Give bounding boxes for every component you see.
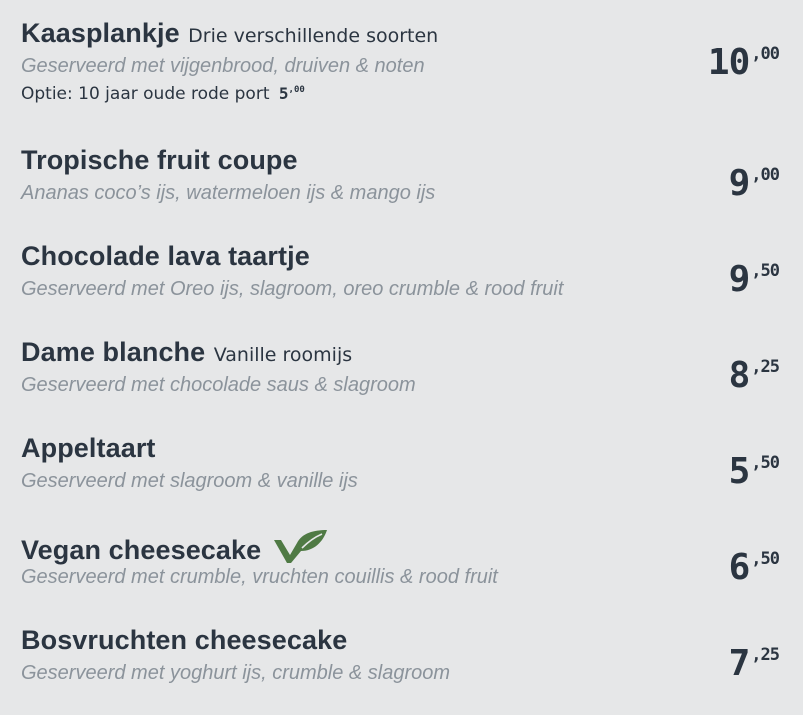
item-description: Ananas coco’s ijs, watermeloen ijs & man…: [21, 182, 436, 204]
menu-item-dame-blanche: Dame blanche Vanille roomijs Geserveerd …: [21, 337, 791, 427]
menu-item-bosvruchten-cheesecake: Bosvruchten cheesecake Geserveerd met yo…: [21, 625, 791, 715]
price-main: 7: [728, 643, 751, 684]
option-price-cents: ,00: [288, 85, 305, 95]
item-name: Vegan cheesecake: [21, 535, 262, 565]
item-price: 6,50: [728, 547, 780, 588]
item-name: Appeltaart: [21, 433, 156, 463]
price-cents: ,25: [751, 357, 780, 377]
price-main: 5: [728, 451, 751, 492]
item-price: 10,00: [707, 42, 780, 83]
price-cents: ,50: [751, 261, 780, 281]
price-cents: ,00: [751, 165, 780, 185]
menu-item-tropische-fruit-coupe: Tropische fruit coupe Ananas coco’s ijs,…: [21, 145, 791, 235]
menu-item-chocolade-lava-taartje: Chocolade lava taartje Geserveerd met Or…: [21, 241, 791, 331]
item-price: 8,25: [728, 355, 780, 396]
item-price: 9,00: [728, 163, 780, 204]
item-price: 7,25: [728, 643, 780, 684]
vegan-leaf-icon: [272, 529, 328, 568]
item-name: Kaasplankje: [21, 18, 180, 48]
price-cents: ,50: [751, 453, 780, 473]
menu-item-kaasplankje: Kaasplankje Drie verschillende soorten G…: [21, 18, 791, 108]
price-main: 9: [728, 163, 751, 204]
option-label: Optie: 10 jaar oude rode port: [21, 84, 270, 104]
item-name: Chocolade lava taartje: [21, 241, 310, 271]
item-description: Geserveerd met Oreo ijs, slagroom, oreo …: [21, 278, 564, 300]
item-name: Dame blanche: [21, 337, 206, 367]
menu-item-appeltaart: Appeltaart Geserveerd met slagroom & van…: [21, 433, 791, 523]
menu-item-vegan-cheesecake: Vegan cheesecake Geserveerd met crumble,…: [21, 529, 791, 619]
item-description: Geserveerd met yoghurt ijs, crumble & sl…: [21, 662, 451, 684]
option-price-main: 5: [278, 84, 289, 103]
item-description: Geserveerd met vijgenbrood, druiven & no…: [21, 55, 425, 77]
price-cents: ,00: [751, 44, 780, 64]
price-main: 9: [728, 259, 751, 300]
item-name: Bosvruchten cheesecake: [21, 625, 348, 655]
price-cents: ,50: [751, 549, 780, 569]
item-subtitle: Drie verschillende soorten: [188, 25, 439, 47]
item-description: Geserveerd met crumble, vruchten couilli…: [21, 566, 498, 588]
price-cents: ,25: [751, 645, 780, 665]
option-price: 5,00: [279, 84, 305, 103]
price-main: 10: [707, 42, 750, 83]
price-main: 8: [728, 355, 751, 396]
price-main: 6: [728, 547, 751, 588]
item-description: Geserveerd met chocolade saus & slagroom: [21, 374, 416, 396]
item-price: 9,50: [728, 259, 780, 300]
item-name: Tropische fruit coupe: [21, 145, 298, 175]
item-subtitle: Vanille roomijs: [213, 344, 353, 366]
item-option: Optie: 10 jaar oude rode port 5,00: [21, 84, 305, 104]
item-price: 5,50: [728, 451, 780, 492]
item-description: Geserveerd met slagroom & vanille ijs: [21, 470, 358, 492]
